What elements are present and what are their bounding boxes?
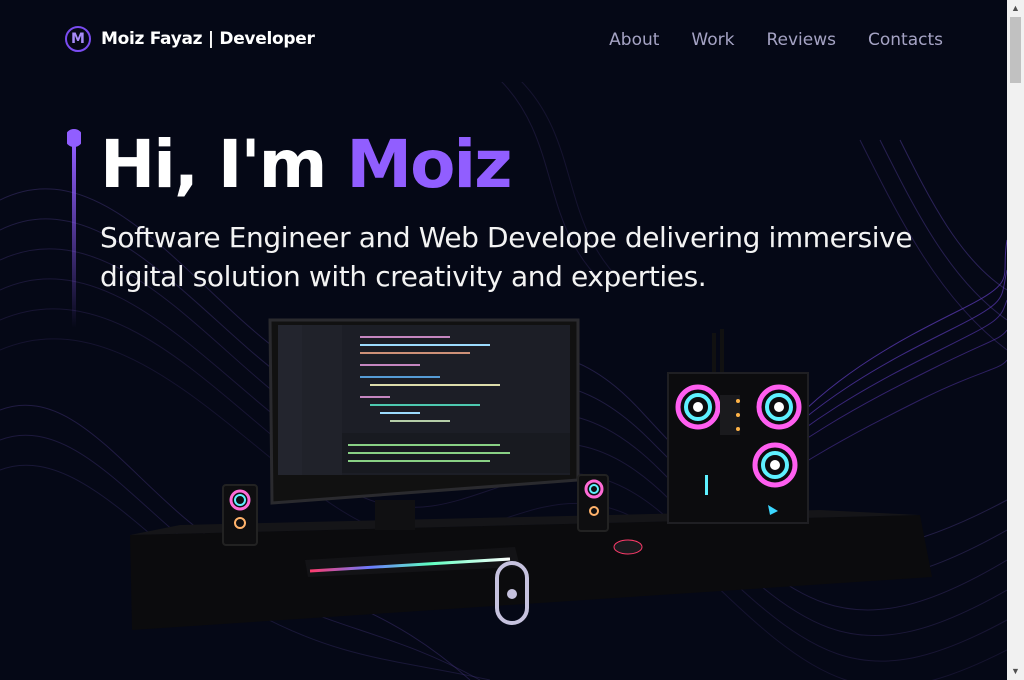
navbar: M Moiz Fayaz | Developer About Work Revi… — [0, 0, 1007, 82]
nav-link-contacts[interactable]: Contacts — [868, 30, 943, 50]
hero-greeting: Hi, I'm — [100, 126, 347, 203]
hero-title: Hi, I'm Moiz — [100, 122, 512, 208]
page: M Moiz Fayaz | Developer About Work Revi… — [0, 0, 1007, 680]
nav-link-reviews[interactable]: Reviews — [766, 30, 836, 50]
desk-setup-3d-model[interactable] — [120, 315, 950, 635]
nav-link-work[interactable]: Work — [691, 30, 734, 50]
scroll-up-arrow-icon[interactable]: ▲ — [1007, 0, 1024, 17]
page-scrollbar[interactable]: ▲ ▼ — [1007, 0, 1024, 680]
mouse-scroll-icon[interactable] — [495, 561, 529, 625]
scroll-down-arrow-icon[interactable]: ▼ — [1007, 663, 1024, 680]
mouse-scroll-dot — [507, 589, 517, 599]
nav-links: About Work Reviews Contacts — [609, 30, 943, 50]
nav-link-about[interactable]: About — [609, 30, 659, 50]
brand-name: Moiz Fayaz | Developer — [101, 29, 315, 49]
hero-accent-line — [67, 129, 81, 328]
scrollbar-thumb[interactable] — [1010, 17, 1021, 83]
hero-subtitle: Software Engineer and Web Develope deliv… — [100, 221, 913, 293]
logo-letter: M — [71, 31, 85, 47]
logo-icon: M — [65, 26, 91, 52]
hero-name: Moiz — [346, 126, 512, 203]
brand-link[interactable]: M Moiz Fayaz | Developer — [65, 26, 315, 52]
